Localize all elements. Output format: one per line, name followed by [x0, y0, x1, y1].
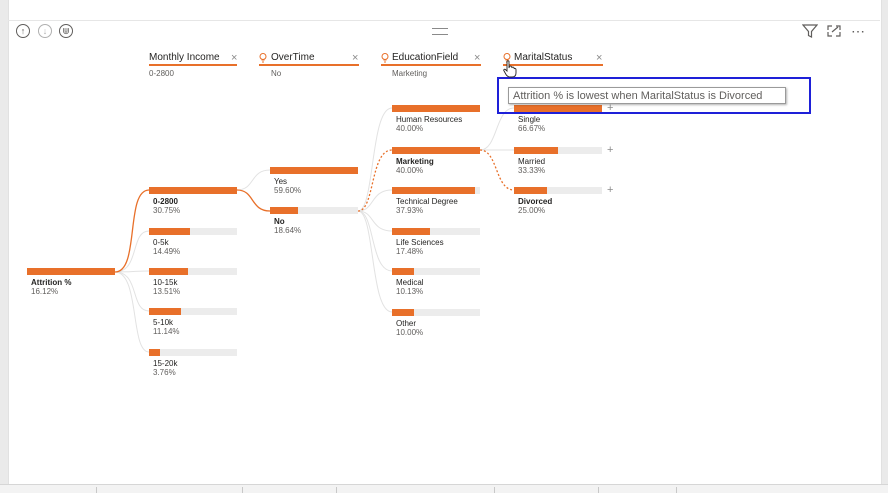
- root-value: 16.12%: [31, 287, 59, 296]
- root-label: Attrition %: [31, 278, 72, 287]
- overtime-node-value: 18.64%: [274, 226, 302, 235]
- marital-node-label: Married: [518, 157, 546, 166]
- income-node-bar-fill: [149, 187, 237, 194]
- income-node-value: 14.49%: [153, 247, 181, 256]
- education-node-label: Other: [396, 319, 417, 328]
- education-node-bar-fill: [392, 309, 414, 316]
- overtime-node-value: 59.60%: [274, 186, 302, 195]
- overtime-node-label: No: [274, 217, 285, 226]
- hand-cursor-icon: [503, 60, 517, 78]
- overtime-node-bar-fill: [270, 167, 358, 174]
- education-node-label: Marketing: [396, 157, 434, 166]
- marital-node-value: 25.00%: [518, 206, 546, 215]
- income-node-label: 10-15k: [153, 278, 178, 287]
- marital-node-bar-fill: [514, 147, 558, 154]
- income-node-value: 30.75%: [153, 206, 181, 215]
- education-node-label: Medical: [396, 278, 424, 287]
- education-node-label: Life Sciences: [396, 238, 444, 247]
- income-node-value: 3.76%: [153, 368, 176, 377]
- marital-node-value: 33.33%: [518, 166, 546, 175]
- income-node-bar-fill: [149, 349, 160, 356]
- income-node-bar-fill: [149, 268, 188, 275]
- income-node-bar-fill: [149, 308, 181, 315]
- education-node-value: 17.48%: [396, 247, 424, 256]
- education-node-value: 40.00%: [396, 166, 424, 175]
- income-node-bar-track[interactable]: [149, 349, 237, 356]
- education-node-label: Human Resources: [396, 115, 463, 124]
- education-node-value: 10.00%: [396, 328, 424, 337]
- income-node-label: 15-20k: [153, 359, 178, 368]
- overtime-node-bar-fill: [270, 207, 298, 214]
- income-node-label: 0-2800: [153, 197, 178, 206]
- root-bar-fill: [27, 268, 115, 275]
- marital-node-label: Divorced: [518, 197, 553, 206]
- education-node-bar-fill: [392, 228, 430, 235]
- tree-connectors: [114, 107, 515, 353]
- education-node-bar-fill: [392, 105, 480, 112]
- education-node-value: 37.93%: [396, 206, 424, 215]
- annotation-highlight-box: [497, 77, 811, 114]
- income-node-value: 13.51%: [153, 287, 181, 296]
- education-node-value: 10.13%: [396, 287, 424, 296]
- education-node-bar-fill: [392, 147, 480, 154]
- education-node-value: 40.00%: [396, 124, 424, 133]
- expand-node-plus-icon[interactable]: +: [607, 145, 613, 156]
- income-node-label: 5-10k: [153, 318, 174, 327]
- marital-node-label: Single: [518, 115, 541, 124]
- income-node-value: 11.14%: [153, 327, 180, 336]
- marital-node-value: 66.67%: [518, 124, 546, 133]
- education-node-bar-fill: [392, 187, 475, 194]
- income-node-label: 0-5k: [153, 238, 169, 247]
- education-node-bar-fill: [392, 268, 414, 275]
- marital-node-bar-fill: [514, 187, 547, 194]
- education-node-label: Technical Degree: [396, 197, 458, 206]
- expand-node-plus-icon[interactable]: +: [607, 185, 613, 196]
- income-node-bar-fill: [149, 228, 190, 235]
- overtime-node-label: Yes: [274, 177, 288, 186]
